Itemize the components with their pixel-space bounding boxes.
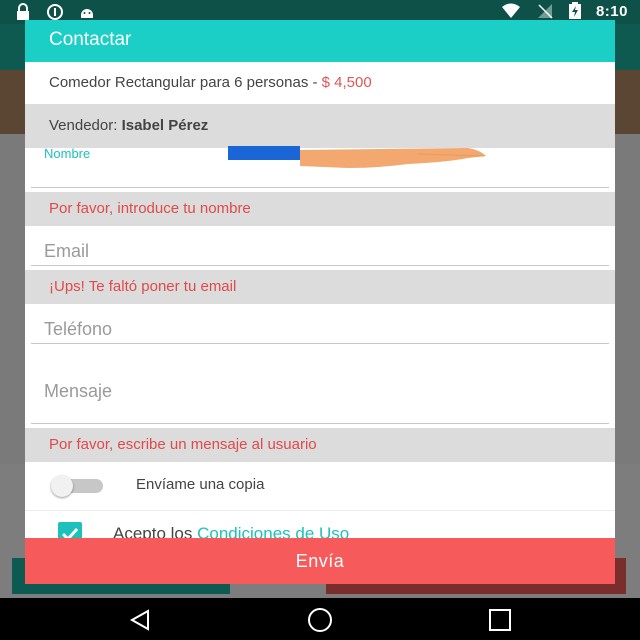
signal-icon [537, 4, 553, 19]
send-button[interactable]: Envía [25, 538, 615, 584]
home-icon[interactable] [305, 608, 335, 632]
dialog-title: Contactar [25, 20, 615, 62]
recents-icon[interactable] [488, 608, 512, 632]
back-icon[interactable] [128, 608, 152, 632]
status-time: 8:10 [595, 2, 628, 20]
send-copy-row: Envíame una copia [25, 462, 615, 511]
battery-charging-icon [568, 2, 581, 19]
name-error: Por favor, introduce tu nombre [25, 192, 615, 226]
email-placeholder: Email [44, 241, 90, 261]
wifi-icon [501, 3, 520, 18]
message-error: Por favor, escribe un mensaje al usuario [25, 428, 615, 462]
android-icon [81, 9, 93, 18]
email-error: ¡Ups! Te faltó poner tu email [25, 270, 615, 304]
product-price: $ 4,500 [321, 74, 372, 91]
phone-placeholder: Teléfono [44, 319, 113, 339]
product-info: Comedor Rectangular para 6 personas - $ … [25, 62, 615, 104]
name-field-label: Nombre [44, 146, 91, 161]
product-name: Comedor Rectangular para 6 personas - [49, 74, 322, 91]
message-placeholder: Mensaje [44, 381, 113, 401]
navigation-bar [0, 598, 640, 640]
hand-pointer-icon [228, 146, 486, 168]
message-field[interactable]: Mensaje [31, 344, 609, 424]
phone-field[interactable]: Teléfono [31, 304, 609, 344]
email-field[interactable]: Email [31, 226, 609, 266]
send-copy-label: Envíame una copia [136, 476, 265, 493]
seller-label: Vendedor: [49, 117, 122, 134]
seller-info: Vendedor: Isabel Pérez [25, 104, 615, 148]
seller-name: Isabel Pérez [121, 117, 209, 134]
info-circle-icon [47, 4, 63, 20]
toggle-knob [51, 475, 73, 497]
send-copy-toggle[interactable] [51, 475, 103, 497]
lock-icon [17, 3, 29, 20]
contact-dialog: Contactar Comedor Rectangular para 6 per… [25, 20, 615, 584]
